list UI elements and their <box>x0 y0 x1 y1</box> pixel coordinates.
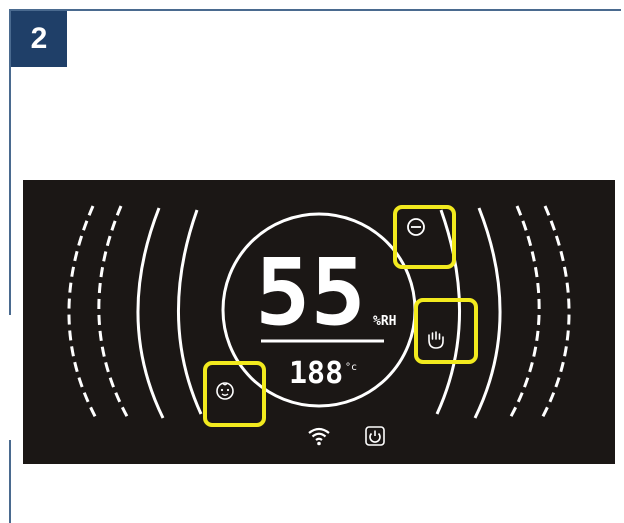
panel-graphics: 55 %RH 188 °c <box>67 205 571 421</box>
step-number-badge: 2 <box>11 11 67 67</box>
left-arc-third <box>136 207 165 419</box>
power-icon <box>365 426 385 446</box>
right-arc-third <box>473 207 502 419</box>
frame-left-line-lower <box>9 440 11 523</box>
left-arcs <box>67 205 203 421</box>
humidity-unit: %RH <box>373 314 396 329</box>
left-arc-inner <box>176 209 203 415</box>
baby-mode-button-highlight <box>203 361 266 427</box>
temperature-readout: 188 <box>289 356 343 391</box>
wifi-button[interactable] <box>307 426 335 452</box>
humidity-readout: 55 <box>255 239 366 346</box>
right-arc-outer <box>539 205 571 421</box>
frame-top-line <box>9 9 621 11</box>
control-panel: 55 %RH 188 °c <box>23 180 615 464</box>
left-arc-second <box>97 205 131 421</box>
hand-button-highlight <box>414 298 478 364</box>
minus-button-highlight <box>393 205 456 269</box>
wifi-icon <box>308 427 330 446</box>
right-arc-second <box>507 205 541 421</box>
left-arc-outer <box>67 205 99 421</box>
temperature-unit: °c <box>345 362 357 373</box>
power-button[interactable] <box>365 426 391 452</box>
